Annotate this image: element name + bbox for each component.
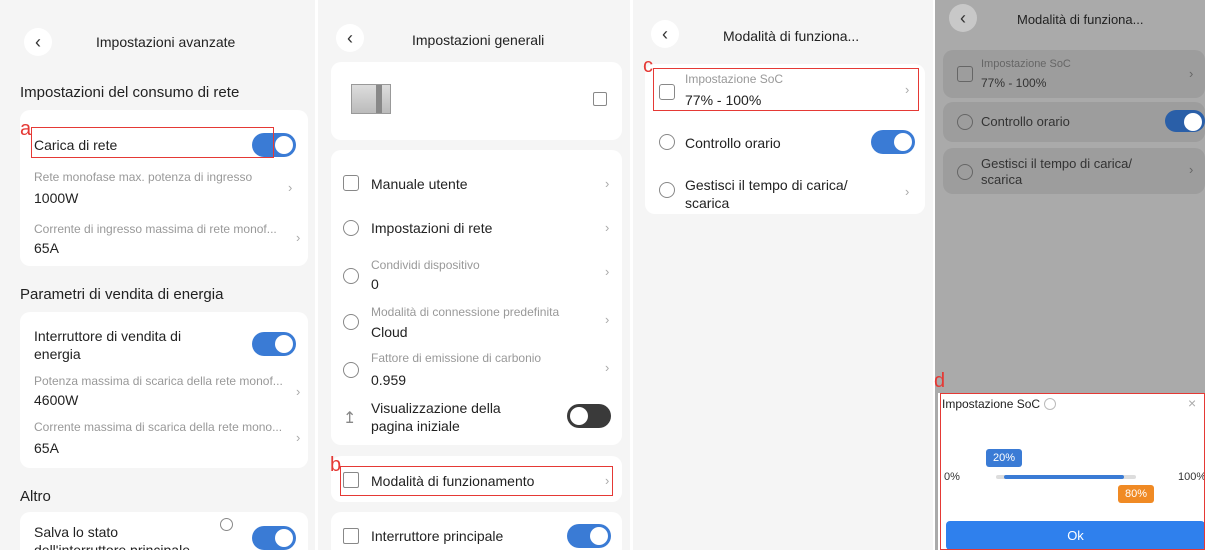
time-control-label: Controllo orario [981, 114, 1070, 129]
chevron-right-icon: › [605, 264, 610, 279]
panel-general-settings: ‹ Impostazioni generali Manuale utente ›… [318, 0, 630, 550]
network-icon [343, 220, 359, 236]
edit-icon[interactable] [593, 92, 607, 106]
chevron-right-icon: › [905, 184, 910, 199]
chevron-right-icon: › [605, 312, 610, 327]
chevron-right-icon: › [605, 220, 610, 235]
save-state-toggle[interactable] [252, 526, 296, 550]
page-title: Impostazioni avanzate [96, 34, 236, 50]
sale-switch-toggle[interactable] [252, 332, 296, 356]
soc-setting-row[interactable]: Impostazione SoC 77% - 100% › [943, 50, 1205, 98]
chevron-right-icon: › [288, 180, 293, 195]
time-control-toggle[interactable] [1165, 110, 1205, 132]
chevron-right-icon: › [296, 430, 301, 445]
device-card [331, 62, 622, 140]
schedule-icon [957, 164, 973, 180]
max-discharge-power-value[interactable]: 4600W [34, 392, 78, 408]
connection-icon [343, 314, 359, 330]
chevron-left-icon: ‹ [35, 31, 41, 52]
homepage-display-label-1: Visualizzazione della [371, 400, 501, 416]
back-button[interactable]: ‹ [24, 28, 52, 56]
help-icon[interactable] [220, 518, 233, 531]
page-title: Modalità di funziona... [723, 28, 860, 44]
page-title: Impostazioni generali [412, 32, 545, 48]
battery-icon [957, 66, 973, 82]
chevron-right-icon: › [1189, 162, 1194, 177]
chevron-right-icon: › [296, 384, 301, 399]
carbon-factor-label: Fattore di emissione di carbonio [371, 351, 542, 365]
marker-a: a [20, 118, 32, 140]
chevron-right-icon: › [605, 360, 610, 375]
back-button[interactable]: ‹ [336, 24, 364, 52]
highlight-box-c [653, 68, 919, 111]
carbon-factor-value[interactable]: 0.959 [371, 372, 406, 388]
section-title-energy-sale: Parametri di vendita di energia [20, 286, 224, 303]
time-control-label: Controllo orario [685, 135, 781, 151]
panel-advanced-settings: ‹ Impostazioni avanzate Impostazioni del… [0, 0, 315, 550]
marker-b: b [330, 454, 342, 476]
mono-current-label: Corrente di ingresso massima di rete mon… [34, 222, 277, 236]
sale-switch-label-1: Interruttore di vendita di [34, 328, 182, 344]
sale-switch-label-2: energia [34, 346, 81, 362]
schedule-icon [659, 182, 675, 198]
manual-icon [343, 175, 359, 191]
connection-mode-label: Modalità di connessione predefinita [371, 305, 560, 319]
mono-power-label: Rete monofase max. potenza di ingresso [34, 170, 253, 184]
highlight-box-b [340, 466, 613, 496]
charge-time-label-2: scarica [685, 195, 730, 211]
marker-c: c [643, 55, 653, 77]
charge-time-label-1[interactable]: Gestisci il tempo di carica/ [685, 177, 848, 193]
mono-current-value[interactable]: 65A [34, 240, 59, 256]
chevron-left-icon: ‹ [662, 23, 668, 44]
chevron-right-icon: › [1189, 66, 1194, 81]
section-title-other: Altro [20, 488, 51, 505]
clock-icon [659, 134, 675, 150]
chevron-right-icon: › [296, 230, 301, 245]
back-button[interactable]: ‹ [651, 20, 679, 48]
connection-mode-value[interactable]: Cloud [371, 324, 408, 340]
chevron-left-icon: ‹ [960, 7, 966, 28]
share-device-value[interactable]: 0 [371, 276, 379, 292]
soc-setting-value: 77% - 100% [981, 76, 1047, 90]
carbon-icon [343, 362, 359, 378]
max-discharge-power-label: Potenza massima di scarica della rete mo… [34, 374, 283, 388]
chevron-left-icon: ‹ [347, 27, 353, 48]
max-discharge-current-label: Corrente massima di scarica della rete m… [34, 420, 283, 434]
switch-icon [343, 528, 359, 544]
page-title: Modalità di funziona... [1017, 12, 1144, 27]
energy-sale-card: Interruttore di vendita di energia Poten… [20, 312, 308, 468]
section-title-grid-consumption: Impostazioni del consumo di rete [20, 84, 240, 101]
homepage-display-label-2: pagina iniziale [371, 418, 460, 434]
save-state-label-2: dell'interruttore principale [34, 542, 190, 550]
highlight-box-d [940, 393, 1205, 550]
network-settings-label[interactable]: Impostazioni di rete [371, 220, 492, 236]
main-switch-card: Interruttore principale [331, 512, 622, 550]
chevron-right-icon: › [605, 176, 610, 191]
back-button[interactable]: ‹ [949, 4, 977, 32]
marker-d: d [934, 370, 946, 392]
user-manual-label[interactable]: Manuale utente [371, 176, 468, 192]
share-icon [343, 268, 359, 284]
upload-icon: ↥ [343, 410, 357, 427]
share-device-label: Condividi dispositivo [371, 258, 480, 272]
main-switch-label: Interruttore principale [371, 528, 504, 544]
save-state-label-1: Salva lo stato [34, 524, 119, 540]
charge-time-label-2: scarica [981, 172, 1023, 187]
homepage-display-toggle[interactable] [567, 404, 611, 428]
mono-power-value[interactable]: 1000W [34, 190, 78, 206]
device-image [351, 84, 391, 114]
clock-icon [957, 114, 973, 130]
time-control-toggle[interactable] [871, 130, 915, 154]
charge-time-row[interactable]: Gestisci il tempo di carica/ scarica › [943, 148, 1205, 194]
other-card: Salva lo stato dell'interruttore princip… [20, 512, 308, 550]
charge-time-label-1: Gestisci il tempo di carica/ [981, 156, 1132, 171]
max-discharge-current-value[interactable]: 65A [34, 440, 59, 456]
time-control-row: Controllo orario [943, 102, 1205, 142]
general-settings-card: Manuale utente › Impostazioni di rete › … [331, 150, 622, 445]
highlight-box-a [31, 127, 274, 158]
soc-setting-label: Impostazione SoC [981, 58, 1071, 70]
panel-work-mode: ‹ Modalità di funziona... Impostazione S… [633, 0, 933, 550]
main-switch-toggle[interactable] [567, 524, 611, 548]
